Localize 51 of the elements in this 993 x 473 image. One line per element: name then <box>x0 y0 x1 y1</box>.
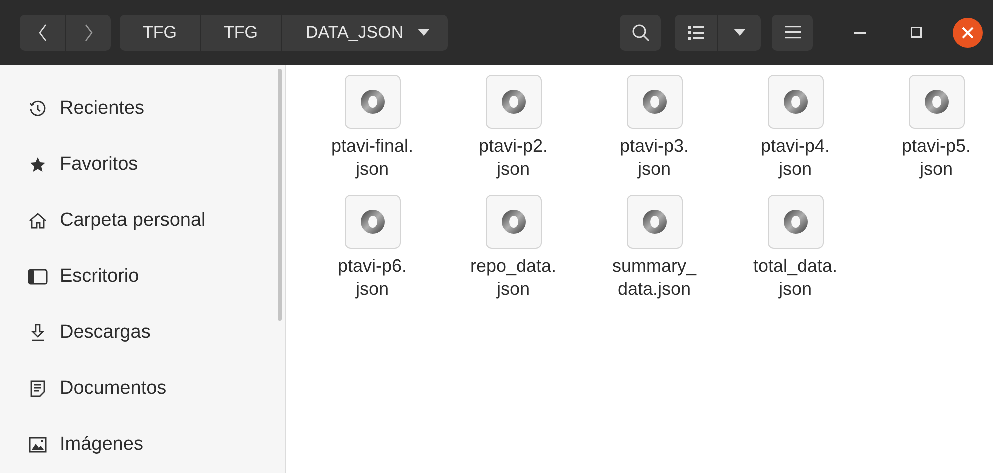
file-name[interactable]: ptavi-p5. json <box>902 135 972 181</box>
search-icon <box>632 24 650 42</box>
menu-icon <box>784 26 800 39</box>
minimize-icon <box>854 32 866 34</box>
file-name[interactable]: repo_data. json <box>470 255 557 301</box>
chevron-right-icon <box>84 24 94 42</box>
download-icon <box>30 324 46 342</box>
star-icon <box>29 156 47 174</box>
path-segment[interactable]: TFG <box>120 14 200 50</box>
clock-icon <box>29 100 47 118</box>
json-file-icon <box>908 75 964 129</box>
sidebar-item[interactable]: Recientes <box>0 81 285 137</box>
json-file-icon <box>626 195 682 249</box>
file-name[interactable]: ptavi-p2. json <box>478 135 548 181</box>
json-file-icon <box>344 75 400 129</box>
maximize-icon <box>910 27 922 38</box>
dropdown-caret-icon <box>734 29 746 36</box>
search-button[interactable] <box>620 14 661 50</box>
sidebar-item[interactable]: Carpeta personal <box>0 193 285 249</box>
list-view-button[interactable] <box>675 14 717 50</box>
file-name[interactable]: ptavi-p3. json <box>620 135 690 181</box>
desktop-icon <box>28 269 48 285</box>
sidebar-item[interactable]: Descargas <box>0 305 285 361</box>
path-segment[interactable]: TFG <box>201 14 281 50</box>
json-file-icon <box>768 195 824 249</box>
close-button[interactable] <box>953 18 983 48</box>
path-segment[interactable]: DATA_JSON <box>282 14 448 50</box>
file-name[interactable]: total_data. json <box>753 255 838 301</box>
dropdown-caret-icon <box>418 29 430 36</box>
json-file-icon <box>344 195 400 249</box>
list-icon <box>688 26 704 40</box>
json-file-icon <box>486 195 542 249</box>
document-icon <box>30 380 46 398</box>
image-icon <box>29 437 47 453</box>
file-name[interactable]: summary_ data.json <box>612 255 696 301</box>
sidebar-item[interactable]: Favoritos <box>0 137 285 193</box>
home-icon <box>28 212 48 230</box>
json-file-icon <box>626 75 682 129</box>
view-options-button[interactable] <box>718 14 761 50</box>
scrollbar[interactable] <box>278 69 282 321</box>
sidebar-item[interactable]: Documentos <box>0 361 285 417</box>
chevron-left-icon <box>38 24 48 42</box>
json-file-icon <box>486 75 542 129</box>
sidebar-item[interactable]: Imágenes <box>0 417 285 473</box>
file-name[interactable]: ptavi-p6. json <box>338 255 408 301</box>
json-file-icon <box>768 75 824 129</box>
close-icon <box>962 26 974 38</box>
file-name[interactable]: ptavi-p4. json <box>760 135 830 181</box>
file-name[interactable]: ptavi-final. json <box>331 135 414 181</box>
menu-button[interactable] <box>772 14 813 50</box>
sidebar-item[interactable]: Escritorio <box>0 249 285 305</box>
